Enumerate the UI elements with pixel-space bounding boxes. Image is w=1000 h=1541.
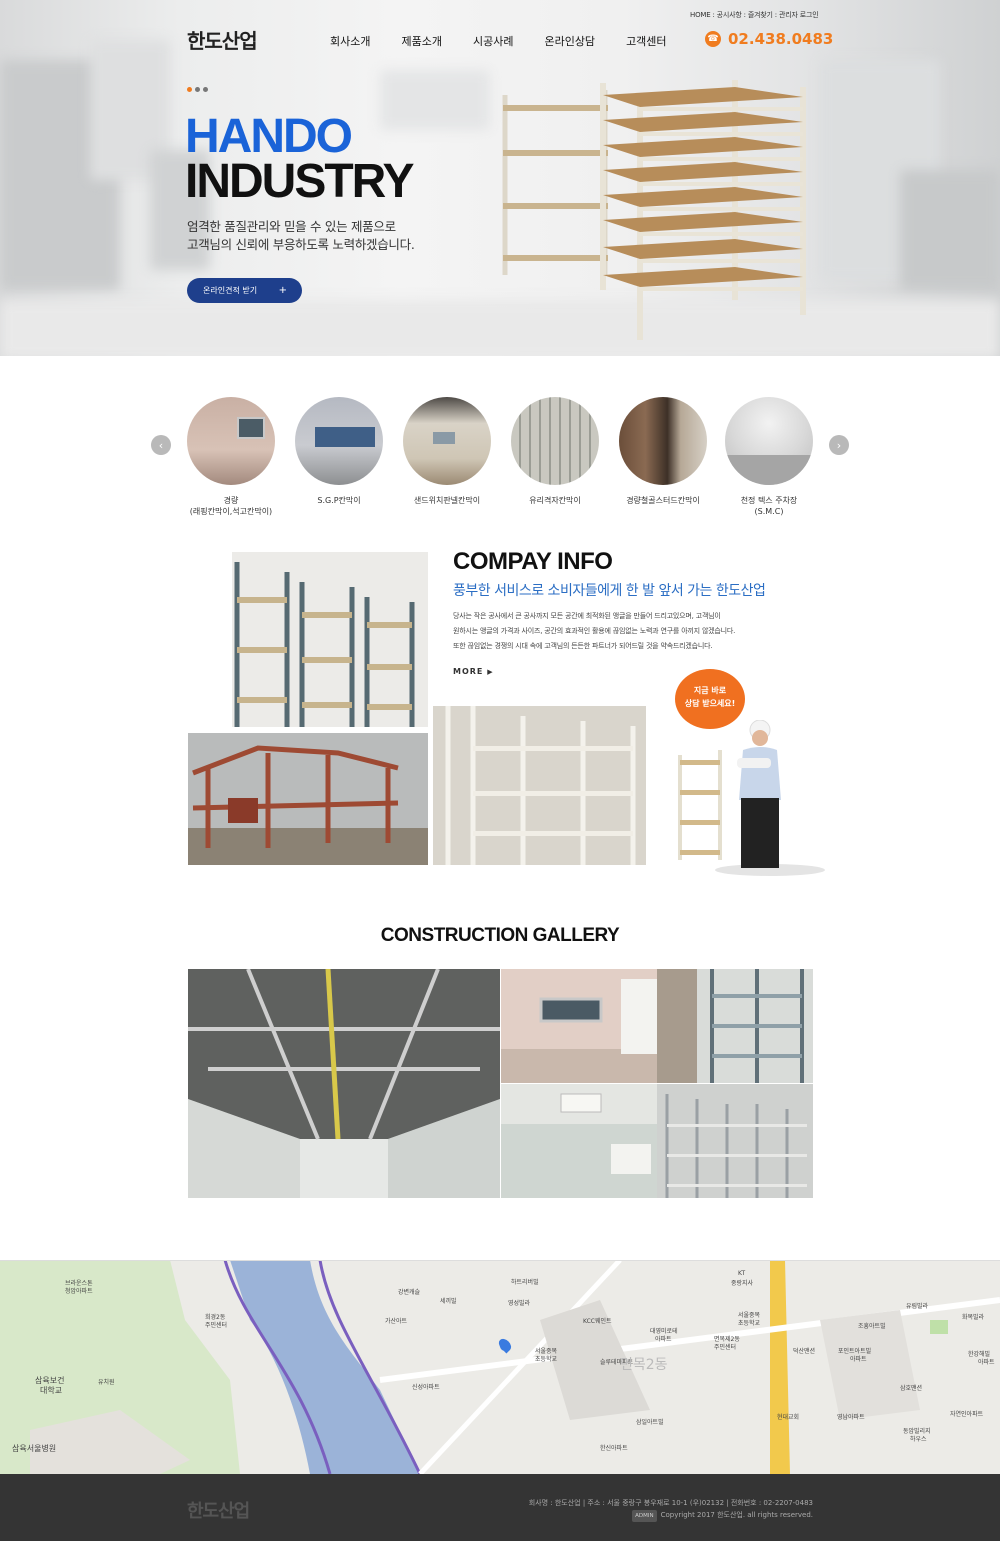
footer-info: 회사명 : 한도산업 | 주소 : 서울 중랑구 봉우재로 10-1 (우)02… — [529, 1497, 813, 1522]
company-photo-racks — [433, 706, 646, 865]
nav-item-support[interactable]: 고객센터 — [626, 33, 666, 49]
footer-logo: 한도산업 — [187, 1501, 250, 1522]
gallery-photo-storage[interactable] — [657, 969, 813, 1083]
map-label: 영성빌라 — [508, 1300, 531, 1307]
company-info-subtitle: 풍부한 서비스로 소비자들에게 한 발 앞서 가는 한도산업 — [453, 583, 766, 599]
map-label: 청암아파트 — [65, 1288, 93, 1295]
map-label: 아파트 — [850, 1356, 867, 1363]
category-label: 유리격자칸막이 — [529, 496, 581, 505]
gallery-photo-office[interactable] — [501, 969, 657, 1083]
worker-illustration — [678, 720, 825, 876]
map-label: 삼호맨션 — [900, 1385, 923, 1392]
map-label: 신성아파트 — [412, 1384, 440, 1391]
map-label: 현대교회 — [777, 1414, 800, 1421]
phone-icon: ☎ — [705, 31, 721, 47]
site-footer — [0, 1474, 1000, 1541]
category-label: 샌드위치판넬칸막이 — [413, 496, 481, 505]
company-photo-shelves — [232, 552, 428, 727]
category-thumbnail — [187, 397, 275, 485]
company-info-text: 당사는 작은 공사에서 큰 공사까지 모든 공간에 최적화된 앵글을 만들어 드… — [453, 612, 736, 650]
company-photo-frame — [188, 733, 428, 865]
map-label: 세끼빌 — [440, 1298, 457, 1305]
carousel-prev-button[interactable]: ‹ — [151, 435, 171, 455]
category-thumbnail — [619, 397, 707, 485]
map-label: KT — [738, 1270, 746, 1277]
nav-item-consult[interactable]: 온라인상담 — [544, 33, 595, 49]
hero-banner: HOME : 공시사항 : 즐겨찾기 : 관리자 로그인 한도산업 회사소개 제… — [0, 0, 1000, 356]
category-thumbnail — [403, 397, 491, 485]
map-label: 화목빌라 — [962, 1314, 985, 1321]
category-item[interactable]: 천정 텍스 주차장 (S.M.C) — [714, 397, 824, 517]
category-thumbnail — [295, 397, 383, 485]
map-label: 삼일아트빌 — [636, 1419, 664, 1426]
gallery-title: CONSTRUCTION GALLERY — [380, 925, 620, 946]
slide-dot[interactable] — [195, 87, 200, 92]
category-label: 천정 텍스 주차장 (S.M.C) — [740, 496, 798, 516]
map-label: 가산아트 — [385, 1318, 408, 1325]
category-item[interactable]: 샌드위치판넬칸막이 — [392, 397, 502, 506]
map-label: 영남아파트 — [837, 1414, 865, 1421]
gallery-photo-ceiling[interactable] — [188, 969, 500, 1198]
more-link[interactable]: MORE ▶ — [453, 667, 494, 676]
nav-item-cases[interactable]: 시공사례 — [473, 33, 513, 49]
map-label: 강변캐슬 — [398, 1289, 421, 1296]
map-label: 자연인아파트 — [950, 1411, 984, 1418]
map-label: 유림빌라 — [906, 1303, 929, 1310]
slide-dot[interactable] — [203, 87, 208, 92]
utility-links[interactable]: HOME : 공시사항 : 즐겨찾기 : 관리자 로그인 — [690, 10, 819, 20]
gallery-photo-racks[interactable] — [657, 1084, 813, 1198]
nav-item-about[interactable]: 회사소개 — [330, 33, 370, 49]
category-label: 경량 (래핑칸막이,석고칸막이) — [189, 496, 273, 516]
category-label: S.G.P칸막이 — [317, 496, 361, 505]
gallery-photo-room[interactable] — [501, 1084, 657, 1198]
category-thumbnail — [511, 397, 599, 485]
phone-number: 02.438.0483 — [728, 30, 834, 48]
admin-link[interactable]: ADMIN — [632, 1510, 657, 1522]
map-label: KCC웨인트 — [583, 1318, 612, 1325]
category-label: 경량철골스터드칸막이 — [626, 496, 700, 505]
plus-icon: + — [278, 285, 287, 296]
map-label: 주민센터 — [714, 1344, 737, 1351]
category-item[interactable]: 경량 (래핑칸막이,석고칸막이) — [176, 397, 286, 517]
map-label: 한신아파트 — [600, 1445, 628, 1452]
site-logo[interactable]: 한도산업 — [187, 25, 258, 54]
category-item[interactable]: S.G.P칸막이 — [284, 397, 394, 506]
arrow-right-icon: ▶ — [487, 668, 494, 676]
map-label: 아파트 — [655, 1336, 672, 1343]
map-label: 덕산맨션 — [793, 1348, 816, 1355]
shelving-product-image — [502, 80, 806, 340]
map-label: 초등학교 — [738, 1320, 761, 1327]
carousel-next-button[interactable]: › — [829, 435, 849, 455]
category-item[interactable]: 경량철골스터드칸막이 — [608, 397, 718, 506]
map-label: 대학교 — [40, 1386, 63, 1395]
phone-contact: ☎ 02.438.0483 — [705, 30, 833, 48]
map-label: 주민센터 — [205, 1322, 228, 1329]
hero-title-line1: HANDO — [185, 110, 353, 163]
location-map[interactable]: 브라운스톤 청암아파트 희경2동 주민센터 삼육보건 대학교 삼육서울병원 유치… — [0, 1260, 1000, 1474]
map-label: 삼육서울병원 — [12, 1444, 57, 1453]
map-label: 조흥아트빌 — [858, 1323, 886, 1330]
nav-item-products[interactable]: 제품소개 — [401, 33, 441, 49]
company-info-title: COMPAY INFO — [453, 548, 613, 575]
map-label: 하트리버빌 — [511, 1279, 539, 1286]
map-label: 초등학교 — [535, 1356, 558, 1363]
map-label: 하우스 — [910, 1436, 927, 1443]
hero-description: 엄격한 품질관리와 믿을 수 있는 제품으로 고객님의 신뢰에 부응하도록 노력… — [187, 219, 415, 252]
map-label: 아파트 — [978, 1359, 995, 1366]
map-label: 중랑지사 — [731, 1280, 754, 1287]
slide-dot[interactable] — [187, 87, 192, 92]
category-item[interactable]: 유리격자칸막이 — [500, 397, 610, 506]
slide-indicators — [187, 87, 208, 92]
main-nav: 회사소개 제품소개 시공사례 온라인상담 고객센터 — [330, 33, 667, 49]
category-thumbnail — [725, 397, 813, 485]
map-label: 면목2동 — [620, 1357, 668, 1373]
map-label: 유치원 — [98, 1379, 115, 1386]
online-quote-button[interactable]: 온라인견적 받기 + — [187, 278, 302, 303]
hero-title-line2: INDUSTRY — [185, 155, 415, 208]
